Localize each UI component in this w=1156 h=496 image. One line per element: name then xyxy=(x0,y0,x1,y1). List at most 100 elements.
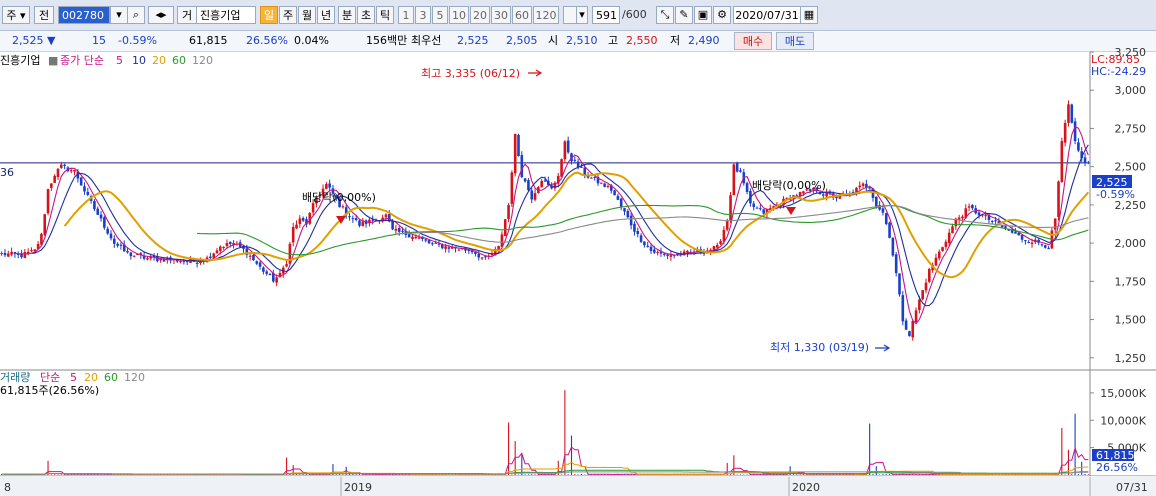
candle-body xyxy=(79,177,83,186)
candle-body xyxy=(600,182,603,184)
price-y-tick-label: 1,250 xyxy=(1115,352,1147,365)
candle-body xyxy=(729,195,732,221)
volume-legend-indicator: 단순 xyxy=(40,371,60,384)
stock-chart[interactable]: 3,2503,0002,7502,5002,2502,0001,7501,500… xyxy=(0,0,1156,496)
price-legend-ma5: 5 xyxy=(116,54,123,67)
price-legend-title: 진흥기업 xyxy=(0,53,40,67)
candle-body xyxy=(732,164,736,196)
candle-body xyxy=(1057,181,1060,218)
volume-legend-ma20: 20 xyxy=(84,371,98,384)
candle-body xyxy=(0,252,3,254)
candle-body xyxy=(616,195,620,200)
candle-body xyxy=(967,206,971,208)
candle-body xyxy=(759,208,762,210)
candle-body xyxy=(904,320,908,330)
x-axis-label: 8 xyxy=(4,481,11,494)
candle-body xyxy=(1060,141,1064,183)
candle-body xyxy=(63,164,66,166)
candle-body xyxy=(1020,234,1024,240)
candle-body xyxy=(947,232,951,244)
candle-body xyxy=(477,253,481,258)
candle-body xyxy=(735,163,739,172)
volume-legend-ma5: 5 xyxy=(70,371,77,384)
candle-body xyxy=(540,180,543,188)
candle-body xyxy=(861,183,865,186)
candle-body xyxy=(1070,104,1074,123)
candle-body xyxy=(951,226,954,234)
candle-body xyxy=(10,251,13,255)
x-axis-label: 2020 xyxy=(792,481,820,494)
candle-body xyxy=(649,246,653,251)
candle-body xyxy=(351,218,355,220)
low-annotation: 최저 1,330 (03/19) xyxy=(770,341,869,354)
candle-body xyxy=(252,254,255,261)
candle-body xyxy=(195,262,199,264)
candle-body xyxy=(984,215,987,217)
candle-body xyxy=(527,180,530,191)
candle-body xyxy=(643,241,646,246)
candle-body xyxy=(656,251,659,253)
candle-body xyxy=(901,295,905,322)
candle-body xyxy=(669,255,673,257)
candle-body xyxy=(712,246,716,250)
candle-body xyxy=(1077,142,1080,151)
candle-body xyxy=(248,255,252,257)
candle-body xyxy=(182,261,186,263)
candle-body xyxy=(563,141,567,160)
candle-body xyxy=(83,186,86,192)
candle-body xyxy=(444,246,447,249)
price-legend-marker: ■ xyxy=(48,54,58,67)
candle-body xyxy=(391,221,394,230)
candle-body xyxy=(626,210,630,218)
candle-body xyxy=(46,189,50,214)
candle-body xyxy=(265,271,269,274)
price-y-tick-label: 3,000 xyxy=(1115,84,1147,97)
candle-body xyxy=(653,249,656,253)
candle-body xyxy=(898,273,901,295)
candle-body xyxy=(503,219,507,236)
candle-body xyxy=(1024,240,1027,242)
candle-body xyxy=(590,177,593,179)
candle-body xyxy=(636,230,640,234)
candle-body xyxy=(69,170,73,172)
candle-body xyxy=(560,159,563,177)
candle-body xyxy=(510,172,514,204)
candle-body xyxy=(59,164,63,168)
candle-body xyxy=(106,228,109,234)
candle-body xyxy=(434,242,437,244)
candle-body xyxy=(1063,123,1067,143)
dividend-annotation-1: 배당락(0,00%) xyxy=(302,191,376,204)
candle-body xyxy=(126,251,129,253)
candle-body xyxy=(1027,242,1031,244)
candle-body xyxy=(99,214,103,219)
candle-body xyxy=(530,190,534,200)
candle-body xyxy=(639,235,643,242)
candle-body xyxy=(457,249,461,251)
price-y-tick-label: 1,500 xyxy=(1115,314,1147,327)
candle-body xyxy=(1040,244,1044,246)
candle-body xyxy=(361,221,365,227)
candle-body xyxy=(116,243,119,246)
price-legend-indicator: 종가 단순 xyxy=(60,54,104,67)
candle-body xyxy=(73,169,76,172)
candle-body xyxy=(884,213,888,225)
candle-body xyxy=(875,196,878,207)
candle-body xyxy=(881,208,885,213)
candle-body xyxy=(358,220,361,226)
candle-body xyxy=(629,215,633,226)
candle-body xyxy=(566,140,570,153)
candle-body xyxy=(613,190,616,196)
candle-body xyxy=(50,183,53,188)
candle-body xyxy=(262,267,265,272)
candle-body xyxy=(311,203,315,213)
candle-body xyxy=(623,208,626,212)
candle-body xyxy=(918,299,921,311)
candle-body xyxy=(23,252,27,258)
candle-body xyxy=(30,250,33,252)
candle-body xyxy=(606,185,610,187)
candle-body xyxy=(222,246,225,248)
volume-y-tick-label: 15,000K xyxy=(1100,387,1146,400)
current-volume-ratio-label: 26.56% xyxy=(1096,461,1138,474)
candle-body xyxy=(291,226,295,243)
volume-legend-ma60: 60 xyxy=(104,371,118,384)
